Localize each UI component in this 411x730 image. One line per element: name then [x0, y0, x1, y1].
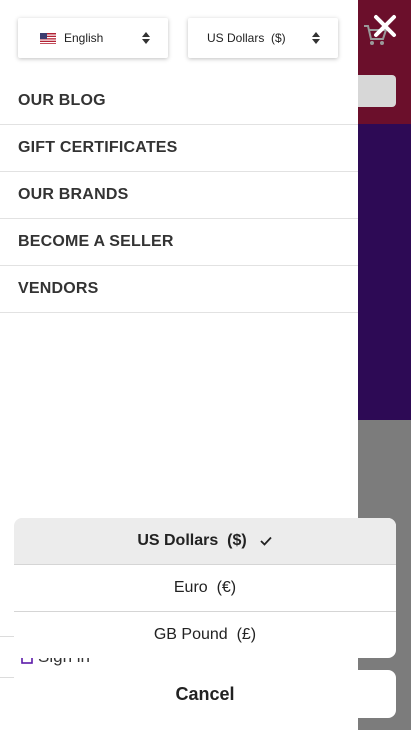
currency-action-sheet: US Dollars ($) Euro (€) GB Pound (£) [14, 518, 396, 658]
currency-option-label: GB Pound (£) [153, 626, 257, 643]
currency-option-usd[interactable]: US Dollars ($) [14, 518, 396, 565]
currency-option-gbp[interactable]: GB Pound (£) [14, 612, 396, 658]
currency-option-label: US Dollars ($) [137, 532, 247, 549]
cancel-button[interactable]: Cancel [14, 670, 396, 718]
currency-option-eur[interactable]: Euro (€) [14, 565, 396, 612]
checkmark-icon [260, 536, 272, 546]
currency-option-label: Euro (€) [173, 579, 237, 596]
